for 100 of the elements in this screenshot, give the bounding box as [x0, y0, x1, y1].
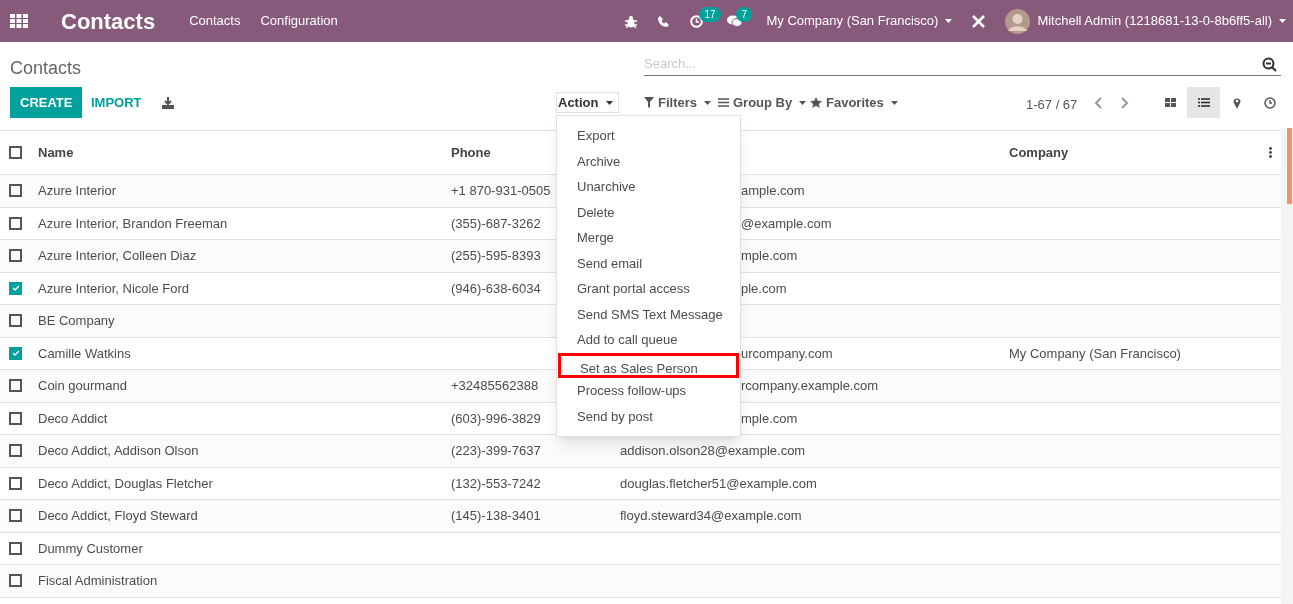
table-cell: urcompany.com — [741, 345, 833, 361]
table-cell: Deco Addict — [38, 410, 108, 426]
table-cell: (255)-595-8393 — [451, 248, 541, 263]
menu-item[interactable]: Grant portal access — [557, 276, 740, 302]
menu-item[interactable]: Process follow-ups — [557, 378, 740, 404]
menu-item[interactable]: Send by post — [557, 403, 740, 429]
checkbox[interactable] — [9, 216, 22, 230]
checkbox[interactable] — [9, 379, 22, 393]
map-pin-icon — [1232, 96, 1241, 109]
caret-icon[interactable] — [606, 100, 614, 105]
caret-icon[interactable] — [1279, 19, 1286, 23]
checkbox[interactable] — [9, 184, 22, 198]
table-cell: My Company (San Francisco) — [1009, 345, 1181, 361]
column-header[interactable]: Company — [1009, 142, 1069, 163]
dropdown-button[interactable]: Group By — [718, 92, 807, 113]
count-badge: 17 — [699, 6, 721, 22]
menu-item[interactable]: Send email — [557, 250, 740, 276]
checkbox[interactable] — [9, 541, 22, 555]
kanban-icon — [1165, 98, 1176, 107]
company-switcher[interactable]: My Company (San Francisco) — [766, 11, 939, 31]
table-cell: (223)-399-7637 — [451, 443, 541, 458]
table-cell: +32485562388 — [451, 378, 539, 393]
menu-item[interactable]: Delete — [557, 199, 740, 225]
column-header[interactable]: Name — [38, 144, 74, 160]
table-cell: Coin gourmand — [38, 378, 127, 393]
menu-item[interactable]: Set as Sales Person — [558, 352, 739, 378]
checkmark-icon — [11, 350, 20, 357]
table-cell: Deco Addict, Addison Olson — [38, 443, 199, 458]
table-cell: (145)-138-3401 — [451, 508, 541, 523]
table-cell: ample.com — [741, 183, 805, 198]
caret-icon[interactable] — [890, 100, 898, 105]
table-cell: Camille Watkins — [38, 345, 131, 361]
clock-icon — [1263, 96, 1276, 109]
scrollbar-thumb[interactable] — [1287, 128, 1292, 204]
previous-icon[interactable] — [1094, 97, 1102, 109]
checkbox[interactable] — [9, 346, 22, 360]
table-cell: +1 870-931-0505 — [451, 183, 551, 198]
caret-icon[interactable] — [799, 100, 807, 105]
table-cell: (946)-638-6034 — [451, 280, 541, 296]
table-cell: @example.com — [741, 215, 832, 231]
table-cell: Deco Addict, Floyd Steward — [38, 508, 198, 523]
menu-item[interactable]: Send SMS Text Message — [557, 301, 740, 327]
column-header[interactable]: Phone — [451, 144, 491, 160]
table-cell: (132)-553-7242 — [451, 475, 541, 491]
menu-item[interactable]: Unarchive — [557, 174, 740, 200]
bug-icon[interactable] — [625, 14, 638, 28]
checkmark-icon — [11, 285, 20, 292]
checkbox[interactable] — [9, 574, 22, 588]
table-cell: ple.com — [741, 280, 787, 296]
checkbox[interactable] — [9, 146, 22, 159]
caret-icon[interactable] — [704, 100, 711, 105]
download-icon[interactable] — [162, 97, 174, 109]
star-icon[interactable] — [810, 97, 822, 108]
table-cell: Azure Interior, Nicole Ford — [38, 280, 189, 296]
table-cell: BE Company — [38, 313, 115, 328]
table-cell: Azure Interior, Colleen Diaz — [38, 248, 197, 263]
dropdown-button[interactable]: Filters — [644, 92, 711, 113]
apps-menu-icon[interactable] — [10, 14, 28, 28]
menu-item[interactable]: Archive — [557, 148, 740, 174]
checkbox[interactable] — [9, 249, 22, 263]
list-icon[interactable] — [718, 98, 729, 107]
checkbox[interactable] — [9, 314, 22, 328]
table-cell: (355)-687-3262 — [451, 215, 541, 231]
phone-icon[interactable] — [658, 15, 670, 27]
table-cell: (603)-996-3829 — [451, 410, 541, 426]
checkbox[interactable] — [9, 476, 22, 490]
clock-icon[interactable] — [690, 14, 704, 28]
table-cell: Dummy Customer — [38, 540, 143, 556]
view-switch-button[interactable] — [1187, 87, 1220, 118]
menu-item[interactable]: Merge — [557, 225, 740, 251]
table-cell: mple.com — [741, 248, 798, 263]
table-cell: rcompany.example.com — [741, 378, 879, 393]
avatar-icon[interactable] — [1005, 8, 1031, 34]
nav-menu-item[interactable]: Contacts — [189, 11, 241, 31]
table-cell: Azure Interior, Brandon Freeman — [38, 215, 228, 231]
more-options-icon[interactable] — [1269, 147, 1272, 158]
nav-menu-item[interactable]: Configuration — [260, 11, 338, 31]
count-badge: 7 — [736, 7, 752, 22]
checkbox[interactable] — [9, 509, 22, 523]
checkbox[interactable] — [9, 444, 22, 458]
action-button[interactable]: Action — [556, 92, 619, 113]
checkbox[interactable] — [9, 411, 22, 425]
menu-item[interactable]: Add to call queue — [557, 327, 740, 353]
table-cell: floyd.steward34@example.com — [620, 508, 802, 523]
caret-icon[interactable] — [945, 19, 953, 23]
checkbox[interactable] — [9, 281, 22, 295]
table-cell: Fiscal Administration — [38, 573, 158, 588]
list-view-icon — [1197, 98, 1210, 107]
table-cell: douglas.fletcher51@example.com — [620, 475, 817, 491]
next-icon[interactable] — [1121, 97, 1129, 109]
table-cell: addison.olson28@example.com — [620, 443, 806, 458]
table-cell: Azure Interior — [38, 183, 117, 198]
search-icon[interactable] — [1262, 57, 1277, 72]
user-menu[interactable]: Mitchell Admin (1218681-13-0-8b6ff5-all) — [1037, 11, 1272, 31]
app-title: Contacts — [61, 7, 156, 36]
table-cell: Deco Addict, Douglas Fletcher — [38, 475, 213, 491]
table-cell: mple.com — [741, 410, 798, 426]
dropdown-button[interactable]: Favorites — [810, 92, 898, 113]
funnel-icon[interactable] — [644, 97, 654, 108]
menu-item[interactable]: Export — [557, 123, 740, 149]
